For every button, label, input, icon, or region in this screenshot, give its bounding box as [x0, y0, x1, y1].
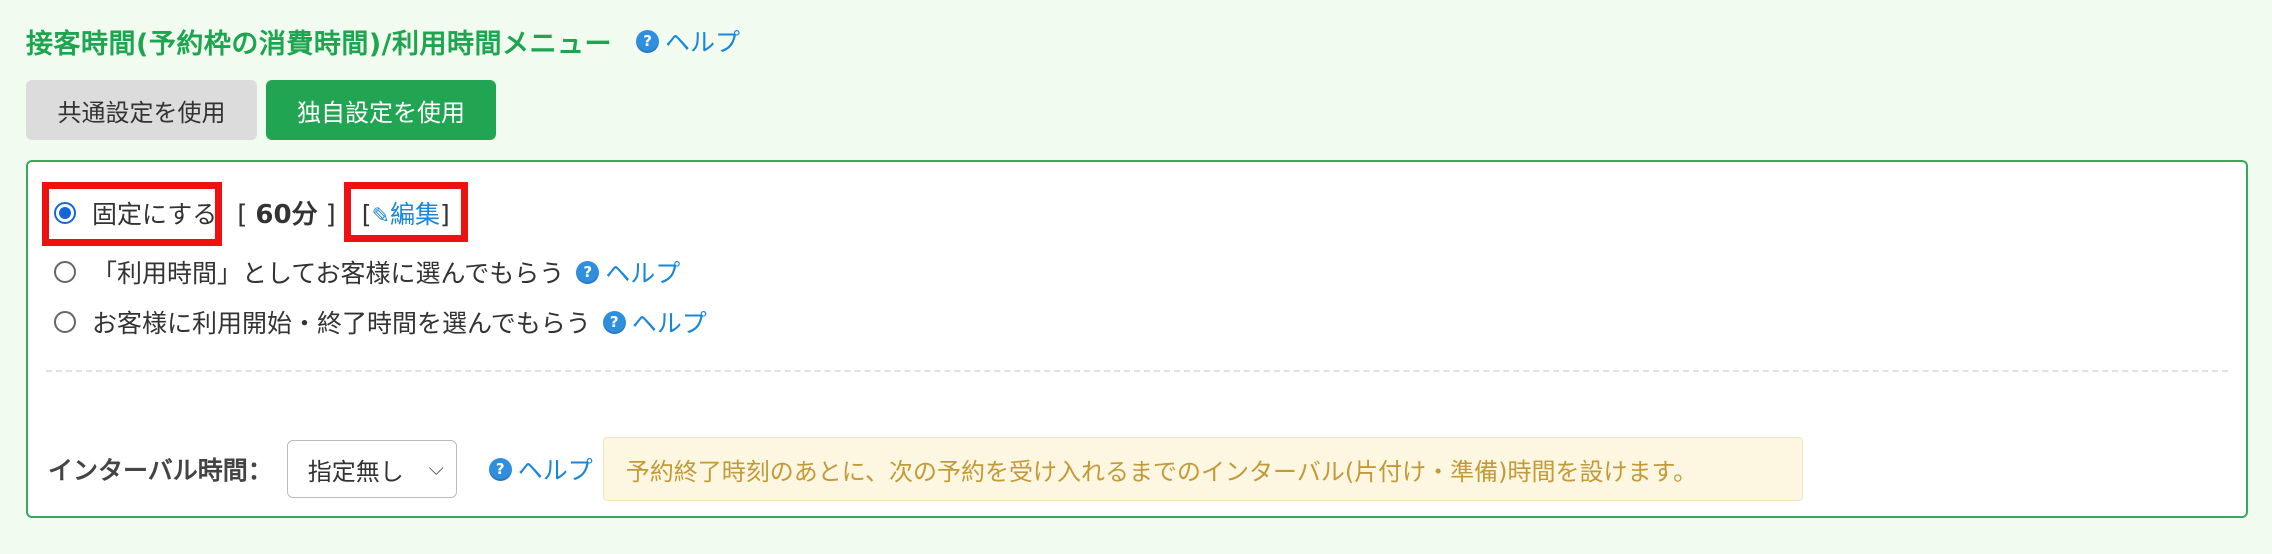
- option-start-end-time-label: お客様に利用開始・終了時間を選んでもらう: [92, 309, 591, 338]
- interval-selected-value: 指定無し: [307, 457, 404, 486]
- help-link-label: ヘルプ: [631, 309, 707, 338]
- help-link-label: ヘルプ: [517, 456, 593, 485]
- option-start-end-time[interactable]: お客様に利用開始・終了時間を選んでもらう ? ヘルプ: [54, 304, 707, 340]
- help-icon: ?: [576, 260, 600, 284]
- custom-settings-button[interactable]: 独自設定を使用: [266, 80, 496, 140]
- edit-duration-link[interactable]: [✎編集]: [362, 195, 450, 231]
- pencil-icon: ✎: [371, 203, 390, 229]
- edit-link-label: 編集: [389, 199, 440, 229]
- help-icon: ?: [488, 457, 512, 481]
- header-help-link[interactable]: ? ヘルプ: [636, 23, 740, 59]
- section-title: 接客時間(予約枠の消費時間)/利用時間メニュー: [26, 28, 613, 60]
- chevron-down-icon: ⌵: [428, 456, 444, 480]
- option-usage-time-label: 「利用時間」としてお客様に選んでもらう: [92, 259, 565, 288]
- fixed-duration: [60分]: [237, 194, 336, 231]
- section-header: 接客時間(予約枠の消費時間)/利用時間メニュー ? ヘルプ: [26, 18, 740, 64]
- interval-row: インターバル時間： 指定無し ⌵ ? ヘルプ 予約終了時刻のあとに、次の予約を受…: [48, 420, 1803, 518]
- radio-usage-time[interactable]: [54, 261, 76, 283]
- interval-note: 予約終了時刻のあとに、次の予約を受け入れるまでのインターバル(片付け・準備)時間…: [602, 437, 1803, 501]
- help-link-label: ヘルプ: [605, 259, 681, 288]
- duration-value: 60分: [255, 200, 318, 230]
- interval-help-link[interactable]: ? ヘルプ: [488, 451, 593, 487]
- help-icon: ?: [636, 29, 660, 53]
- help-link-label: ヘルプ: [665, 28, 741, 57]
- radio-start-end-time[interactable]: [54, 311, 76, 333]
- time-settings-panel: 固定にする [60分] [✎編集] 「利用時間」としてお客様に選んでもらう ? …: [26, 160, 2248, 518]
- duration-bracket-close: ]: [325, 200, 336, 230]
- edit-bracket-open: [: [361, 199, 372, 229]
- edit-bracket-close: ]: [439, 199, 450, 229]
- setting-mode-toggle: 共通設定を使用 独自設定を使用: [26, 80, 496, 140]
- common-settings-button[interactable]: 共通設定を使用: [26, 80, 257, 140]
- help-icon: ?: [602, 310, 626, 334]
- start-end-help-link[interactable]: ? ヘルプ: [602, 304, 707, 340]
- option-fixed-label: 固定にする: [92, 199, 218, 229]
- option-usage-time[interactable]: 「利用時間」としてお客様に選んでもらう ? ヘルプ: [54, 254, 680, 290]
- dashed-divider: [46, 370, 2228, 372]
- interval-label: インターバル時間：: [48, 456, 273, 485]
- interval-select[interactable]: 指定無し ⌵: [286, 440, 457, 498]
- option-fixed[interactable]: 固定にする [60分] [✎編集]: [54, 194, 450, 231]
- usage-time-help-link[interactable]: ? ヘルプ: [576, 254, 680, 290]
- duration-bracket-open: [: [237, 200, 248, 230]
- radio-fixed[interactable]: [54, 201, 76, 224]
